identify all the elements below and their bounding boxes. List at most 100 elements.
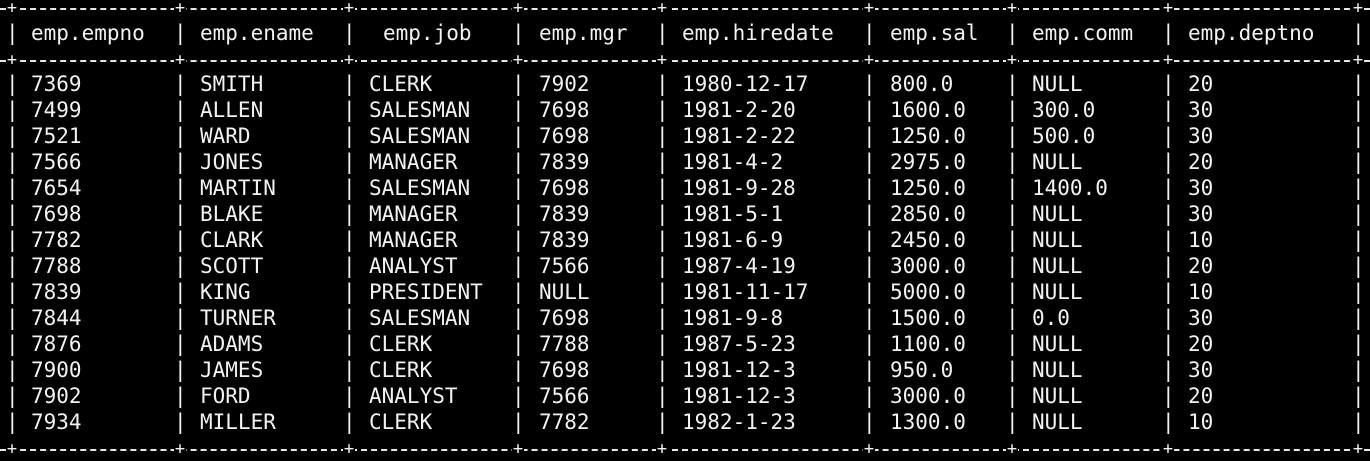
table-cell-deptno: 30 <box>1188 202 1214 226</box>
table-cell-deptno: 30 <box>1188 306 1214 330</box>
border-corner: + <box>343 50 355 70</box>
column-separator: | <box>6 124 19 148</box>
border-corner: + <box>656 50 668 70</box>
table-cell-comm: NULL <box>1032 384 1083 408</box>
border-corner: + <box>863 439 875 459</box>
table-cell-job: MANAGER <box>369 202 458 226</box>
column-separator: | <box>1006 98 1019 122</box>
table-cell-job: SALESMAN <box>369 306 471 330</box>
table-cell-empno: 7788 <box>31 254 82 278</box>
column-separator: | <box>6 306 19 330</box>
table-cell-ename: JONES <box>200 150 264 174</box>
table-row: | | | | | | | | | 7844 TURNER SALESMAN 7698 1981-9-8 1… <box>0 305 1370 331</box>
border-corner: + <box>343 439 355 459</box>
column-separator: | <box>343 98 356 122</box>
table-cell-sal: 1600.0 <box>890 98 966 122</box>
table-cell-hiredate: 1981-11-17 <box>682 280 809 304</box>
column-separator: | <box>6 72 19 96</box>
column-separator: | <box>1006 280 1019 304</box>
table-cell-hiredate: 1981-5-1 <box>682 202 784 226</box>
table-cell-sal: 1300.0 <box>890 410 966 434</box>
column-separator: | <box>1006 332 1019 356</box>
column-separator: | <box>174 124 187 148</box>
column-separator: | <box>343 176 356 200</box>
table-cell-empno: 7521 <box>31 124 82 148</box>
table-row: | | | | | | | | | 7788 SCOTT ANALYST 7566 1987-4-19 30… <box>0 253 1370 279</box>
table-cell-job: CLERK <box>369 332 433 356</box>
column-separator: | <box>6 410 19 434</box>
table-cell-deptno: 30 <box>1188 358 1214 382</box>
table-cell-empno: 7902 <box>31 384 82 408</box>
table-cell-comm: 300.0 <box>1032 98 1096 122</box>
column-separator: | <box>6 150 19 174</box>
column-separator: | <box>1162 72 1175 96</box>
table-cell-deptno: 30 <box>1188 124 1214 148</box>
column-separator: | <box>6 254 19 278</box>
table-cell-mgr: 7839 <box>539 228 590 252</box>
column-separator: | <box>1162 176 1175 200</box>
table-cell-comm: NULL <box>1032 254 1083 278</box>
table-cell-comm: 1400.0 <box>1032 176 1108 200</box>
column-separator: | <box>656 306 669 330</box>
table-cell-ename: ALLEN <box>200 98 264 122</box>
table-cell-hiredate: 1982-1-23 <box>682 410 796 434</box>
column-separator: | <box>656 358 669 382</box>
column-separator: | <box>343 124 356 148</box>
column-separator: | <box>863 176 876 200</box>
column-separator: | <box>174 358 187 382</box>
table-cell-job: CLERK <box>369 72 433 96</box>
column-separator: | <box>174 150 187 174</box>
column-separator: | <box>512 150 525 174</box>
column-header-sal: emp.sal <box>890 21 979 45</box>
column-separator: | <box>656 202 669 226</box>
table-cell-empno: 7876 <box>31 332 82 356</box>
table-cell-ename: SCOTT <box>200 254 264 278</box>
column-separator: | <box>656 280 669 304</box>
table-cell-comm: NULL <box>1032 228 1083 252</box>
column-separator: | <box>1162 98 1175 122</box>
table-row: | | | | | | | | | 7369 SMITH CLERK 7902 1980-12-17 800… <box>0 71 1370 97</box>
column-separator: | <box>512 98 525 122</box>
table-row: | | | | | | | | | 7934 MILLER CLERK 7782 1982-1-23 130… <box>0 409 1370 435</box>
column-separator: | <box>512 21 525 45</box>
table-row: | | | | | | | | | 7566 JONES MANAGER 7839 1981-4-2 297… <box>0 149 1370 175</box>
column-separator: | <box>174 306 187 330</box>
column-separator: | <box>1162 150 1175 174</box>
column-separator: | <box>6 228 19 252</box>
table-cell-sal: 3000.0 <box>890 384 966 408</box>
table-cell-mgr: NULL <box>539 280 590 304</box>
column-separator: | <box>1352 98 1365 122</box>
table-cell-mgr: 7788 <box>539 332 590 356</box>
column-separator: | <box>1162 358 1175 382</box>
table-cell-mgr: 7839 <box>539 150 590 174</box>
table-cell-hiredate: 1980-12-17 <box>682 72 809 96</box>
table-cell-empno: 7900 <box>31 358 82 382</box>
table-cell-sal: 1500.0 <box>890 306 966 330</box>
table-cell-hiredate: 1987-4-19 <box>682 254 796 278</box>
table-cell-comm: NULL <box>1032 358 1083 382</box>
table-cell-empno: 7369 <box>31 72 82 96</box>
column-separator: | <box>1162 124 1175 148</box>
table-cell-job: ANALYST <box>369 384 458 408</box>
table-row: | | | | | | | | | 7900 JAMES CLERK 7698 1981-12-3 950.… <box>0 357 1370 383</box>
column-separator: | <box>863 72 876 96</box>
column-separator: | <box>174 280 187 304</box>
border-corner: + <box>512 50 524 70</box>
table-cell-empno: 7934 <box>31 410 82 434</box>
column-separator: | <box>863 410 876 434</box>
column-separator: | <box>512 280 525 304</box>
table-cell-empno: 7499 <box>31 98 82 122</box>
column-separator: | <box>656 72 669 96</box>
table-cell-hiredate: 1981-6-9 <box>682 228 784 252</box>
table-cell-sal: 1100.0 <box>890 332 966 356</box>
column-separator: | <box>1352 384 1365 408</box>
table-border-line-1: + + + + + + + + + <box>0 50 1370 70</box>
column-separator: | <box>656 332 669 356</box>
table-cell-sal: 2450.0 <box>890 228 966 252</box>
column-separator: | <box>6 202 19 226</box>
column-separator: | <box>863 228 876 252</box>
column-header-job: emp.job <box>383 21 472 45</box>
column-separator: | <box>343 21 356 45</box>
table-cell-comm: NULL <box>1032 332 1083 356</box>
border-corner: + <box>1162 50 1174 70</box>
